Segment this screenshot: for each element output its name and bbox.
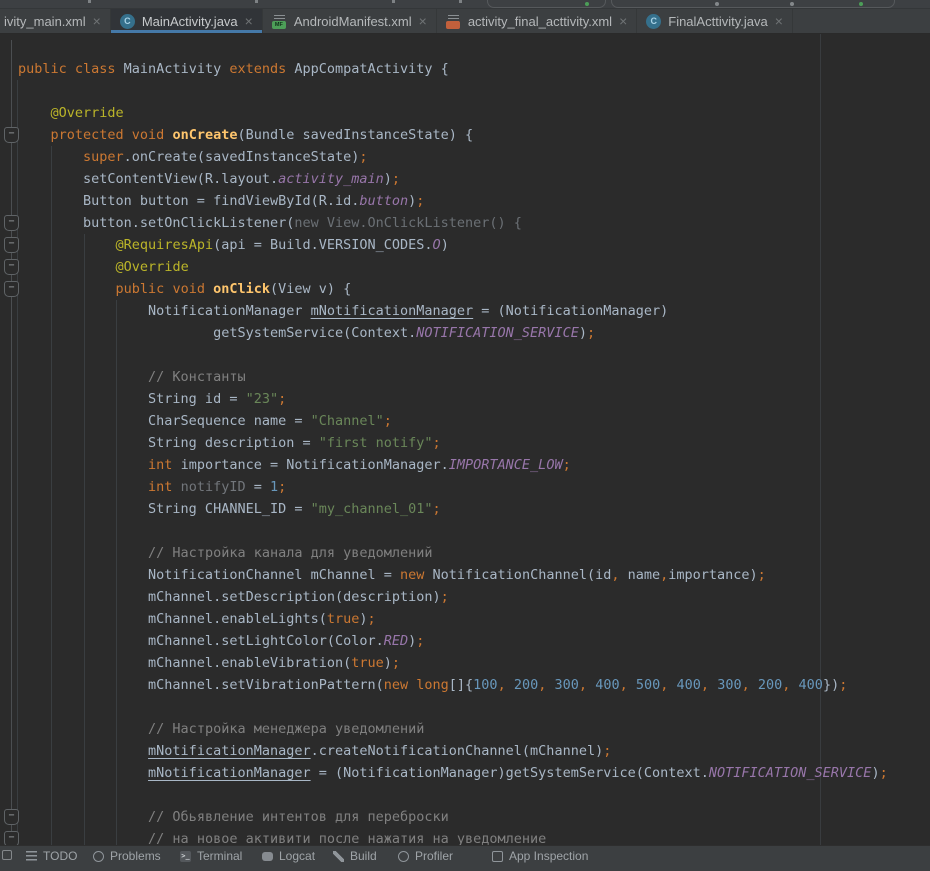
tab-label: ivity_main.xml xyxy=(4,14,86,29)
close-icon[interactable]: × xyxy=(619,14,627,28)
tab-label: FinalActtivity.java xyxy=(668,14,767,29)
code-line[interactable]: mNotificationManager.createNotificationC… xyxy=(18,740,888,762)
toolbar-icon[interactable] xyxy=(392,0,395,3)
tool-window-button-todo[interactable]: TODO xyxy=(26,849,77,863)
code-line[interactable]: String CHANNEL_ID = "my_channel_01"; xyxy=(18,498,888,520)
tab-label: AndroidManifest.xml xyxy=(294,14,412,29)
code-line[interactable]: String description = "first notify"; xyxy=(18,432,888,454)
toolbar-dot-icon[interactable] xyxy=(715,2,719,6)
code-editor: public class MainActivity extends AppCom… xyxy=(0,34,930,845)
toolbar-icon[interactable] xyxy=(255,0,258,3)
code-line[interactable]: // Настройка менеджера уведомлений xyxy=(18,718,888,740)
tool-window-label: Problems xyxy=(110,849,161,863)
code-line[interactable]: String id = "23"; xyxy=(18,388,888,410)
code-line[interactable]: mChannel.setVibrationPattern(new long[]{… xyxy=(18,674,888,696)
toolbar-icon[interactable] xyxy=(88,0,91,3)
close-icon[interactable]: × xyxy=(419,14,427,28)
fold-marker-icon[interactable]: − xyxy=(4,809,19,825)
editor-tab[interactable]: ivity_main.xml × xyxy=(0,9,111,33)
tool-window-label: Terminal xyxy=(197,849,242,863)
fold-marker-icon[interactable]: − xyxy=(4,237,19,253)
code-line[interactable]: @Override xyxy=(18,256,888,278)
fold-marker-icon[interactable]: − xyxy=(4,281,19,297)
code-line[interactable]: NotificationManager mNotificationManager… xyxy=(18,300,888,322)
tool-window-button-problems[interactable]: Problems xyxy=(93,849,161,863)
code-line[interactable]: Button button = findViewById(R.id.button… xyxy=(18,190,888,212)
code-line[interactable]: @RequiresApi(api = Build.VERSION_CODES.O… xyxy=(18,234,888,256)
code-line[interactable]: setContentView(R.layout.activity_main); xyxy=(18,168,888,190)
fold-marker-icon[interactable]: − xyxy=(4,215,19,231)
fold-marker-icon[interactable]: − xyxy=(4,831,19,845)
code-line[interactable]: getSystemService(Context.NOTIFICATION_SE… xyxy=(18,322,888,344)
code-line[interactable]: super.onCreate(savedInstanceState); xyxy=(18,146,888,168)
editor-tab[interactable]: activity_final_acttivity.xml × xyxy=(437,9,637,33)
editor-tab[interactable]: MF AndroidManifest.xml × xyxy=(263,9,437,33)
tab-label: activity_final_acttivity.xml xyxy=(468,14,612,29)
code-line[interactable]: // на новое активити после нажатия на ув… xyxy=(18,828,888,845)
code-line[interactable] xyxy=(18,520,888,542)
manifest-file-icon: MF xyxy=(272,14,286,29)
close-icon[interactable]: × xyxy=(245,14,253,28)
code-line[interactable]: mNotificationManager = (NotificationMana… xyxy=(18,762,888,784)
code-line[interactable]: public class MainActivity extends AppCom… xyxy=(18,58,888,80)
code-line[interactable]: int notifyID = 1; xyxy=(18,476,888,498)
code-line[interactable]: mChannel.setLightColor(Color.RED); xyxy=(18,630,888,652)
tool-window-label: Profiler xyxy=(415,849,453,863)
toolbar-dot-icon[interactable] xyxy=(790,2,794,6)
code-line[interactable]: protected void onCreate(Bundle savedInst… xyxy=(18,124,888,146)
code-line[interactable]: button.setOnClickListener(new View.OnCli… xyxy=(18,212,888,234)
tool-window-button-terminal[interactable]: >_ Terminal xyxy=(180,849,242,863)
code-line[interactable] xyxy=(18,696,888,718)
tab-label: MainActivity.java xyxy=(142,14,238,29)
terminal-icon: >_ xyxy=(180,851,191,862)
problems-icon xyxy=(93,851,104,862)
code-line[interactable] xyxy=(18,344,888,366)
editor-tab[interactable]: C FinalActtivity.java × xyxy=(637,9,793,33)
tool-window-button-profiler[interactable]: Profiler xyxy=(398,849,453,863)
tool-window-label: TODO xyxy=(43,849,77,863)
code-line[interactable]: // Настройка канала для уведомлений xyxy=(18,542,888,564)
code-line[interactable]: CharSequence name = "Channel"; xyxy=(18,410,888,432)
window-layout-icon[interactable] xyxy=(2,850,12,860)
code-line[interactable] xyxy=(18,784,888,806)
toolbar-strip xyxy=(0,0,930,8)
fold-region-line xyxy=(11,40,12,845)
toolbar-icon[interactable] xyxy=(459,0,462,3)
fold-marker-icon[interactable]: − xyxy=(4,127,19,143)
run-icon[interactable] xyxy=(859,2,863,6)
appinsp-icon xyxy=(492,851,503,862)
tool-window-button-build[interactable]: Build xyxy=(333,849,377,863)
tab-bar: ivity_main.xml × C MainActivity.java × MF Andr… xyxy=(0,8,930,34)
tool-window-label: App Inspection xyxy=(509,849,588,863)
close-icon[interactable]: × xyxy=(775,14,783,28)
code-line[interactable]: // Константы xyxy=(18,366,888,388)
code-line[interactable] xyxy=(18,80,888,102)
device-toolbar-widget[interactable] xyxy=(611,0,895,8)
layout-xml-file-icon xyxy=(446,14,460,29)
tool-window-label: Build xyxy=(350,849,377,863)
code-line[interactable]: int importance = NotificationManager.IMP… xyxy=(18,454,888,476)
code-line[interactable]: // Обьявление интентов для переброски xyxy=(18,806,888,828)
profiler-icon xyxy=(398,851,409,862)
fold-marker-icon[interactable]: − xyxy=(4,259,19,275)
code-line[interactable]: mChannel.enableLights(true); xyxy=(18,608,888,630)
editor-tab[interactable]: C MainActivity.java × xyxy=(111,9,263,33)
run-icon[interactable] xyxy=(585,2,589,6)
build-icon xyxy=(333,851,344,862)
java-class-icon: C xyxy=(120,14,135,29)
code-line[interactable]: mChannel.enableVibration(true); xyxy=(18,652,888,674)
code-area: public class MainActivity extends AppCom… xyxy=(18,58,888,845)
tool-window-button-app-inspection[interactable]: App Inspection xyxy=(492,849,588,863)
code-line[interactable]: NotificationChannel mChannel = new Notif… xyxy=(18,564,888,586)
java-class-icon: C xyxy=(646,14,661,29)
close-icon[interactable]: × xyxy=(93,14,101,28)
code-line[interactable]: public void onClick(View v) { xyxy=(18,278,888,300)
tool-window-button-logcat[interactable]: Logcat xyxy=(262,849,315,863)
todo-icon xyxy=(26,851,37,861)
tool-window-label: Logcat xyxy=(279,849,315,863)
code-line[interactable]: @Override xyxy=(18,102,888,124)
code-line[interactable]: mChannel.setDescription(description); xyxy=(18,586,888,608)
tool-window-bar: TODO Problems >_ Terminal Logcat Build Profile… xyxy=(0,845,930,871)
logcat-icon xyxy=(262,852,273,861)
